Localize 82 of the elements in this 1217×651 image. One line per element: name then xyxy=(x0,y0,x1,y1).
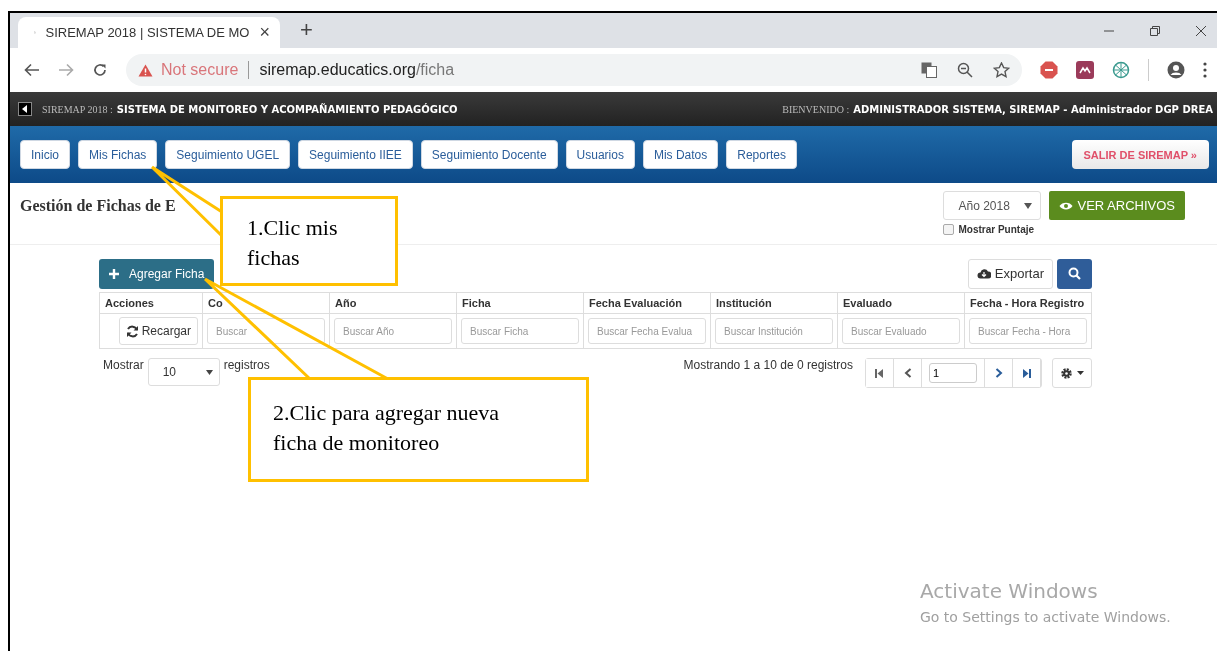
nav-button[interactable]: Seguimiento UGEL xyxy=(165,140,291,169)
activation-text: Go to Settings to activate Windows. xyxy=(920,609,1171,625)
records-label: registros xyxy=(223,358,270,372)
star-icon[interactable] xyxy=(993,62,1010,78)
address-field[interactable]: Not secure siremap.educatics.org/ficha xyxy=(126,54,1022,86)
column-header: Institución xyxy=(710,292,838,314)
nav-button[interactable]: Seguimiento IIEE xyxy=(298,140,413,169)
nav-button[interactable]: Mis Fichas xyxy=(78,140,158,169)
zoom-out-icon[interactable] xyxy=(957,62,973,78)
callout-text: 2.Clic para agregar nueva ficha de monitoreo xyxy=(273,400,499,455)
filter-field[interactable]: Buscar Fecha Evalua xyxy=(588,318,706,344)
nav-button[interactable]: Seguimiento Docente xyxy=(420,140,558,169)
menu-icon[interactable] xyxy=(1203,62,1207,78)
chevron-left-icon xyxy=(903,368,912,378)
last-page-icon xyxy=(1022,368,1031,378)
filter-field[interactable]: Buscar Fecha - Hora xyxy=(969,318,1087,344)
cloud-download-icon xyxy=(976,268,991,279)
translate-icon[interactable] xyxy=(921,62,937,78)
view-files-button[interactable]: VER ARCHIVOS xyxy=(1049,191,1185,220)
reload-button[interactable]: Recargar xyxy=(118,317,198,345)
app-name: SIREMAP 2018 : xyxy=(42,103,113,115)
page-number-field[interactable]: 1 xyxy=(929,363,977,383)
eye-icon xyxy=(1059,200,1074,211)
app-title: SISTEMA DE MONITOREO Y ACOMPAÑAMIENTO PEDAGÓGICO xyxy=(116,103,458,115)
caret-icon xyxy=(205,369,213,375)
browser-tab[interactable]: SIREMAP 2018 | SISTEMA DE MO × xyxy=(18,17,280,48)
column-header: Fecha Evaluación xyxy=(583,292,711,314)
nav-button[interactable]: Mis Datos xyxy=(642,140,719,169)
user-name: ADMINISTRADOR SISTEMA, SIREMAP - Administrador DGP DREA xyxy=(853,103,1213,115)
nav-button[interactable]: Inicio xyxy=(20,140,70,169)
stop-sign-icon[interactable] xyxy=(1040,61,1058,79)
column-header: Co xyxy=(202,292,330,314)
show-score-checkbox[interactable] xyxy=(943,224,955,235)
chevron-right-icon xyxy=(994,368,1003,378)
account-icon[interactable] xyxy=(1167,61,1185,79)
filter-field[interactable]: Buscar Evaluado xyxy=(842,318,960,344)
filter-field[interactable]: Buscar Año xyxy=(334,318,452,344)
first-page-icon xyxy=(875,368,884,378)
settings-button[interactable] xyxy=(1052,358,1092,388)
filter-field[interactable]: Buscar xyxy=(207,318,325,344)
nav-button[interactable]: Usuarios xyxy=(565,140,635,169)
records-summary: Mostrando 1 a 10 de 0 registros xyxy=(683,358,853,372)
caret-icon xyxy=(1024,202,1033,209)
greeting-label: BIENVENIDO : xyxy=(782,103,850,115)
tab-title: SIREMAP 2018 | SISTEMA DE MO xyxy=(45,25,250,40)
filter-field[interactable]: Buscar Institución xyxy=(715,318,833,344)
url-text: siremap.educatics.org/ficha xyxy=(259,61,455,79)
search-button[interactable] xyxy=(1057,258,1092,289)
page-size-select[interactable]: 10 xyxy=(147,358,220,386)
restore-icon[interactable] xyxy=(1149,24,1161,37)
warning-icon xyxy=(138,63,153,77)
column-header: Año xyxy=(329,292,457,314)
plus-icon xyxy=(109,268,119,279)
column-header: Evaluado xyxy=(837,292,965,314)
export-button[interactable]: Exportar xyxy=(967,258,1053,289)
column-header: Acciones xyxy=(99,292,203,314)
column-header: Ficha xyxy=(456,292,584,314)
gear-icon xyxy=(1060,366,1073,380)
show-score-label: Mostrar Puntaje xyxy=(958,224,1035,235)
page-heading: Gestión de Fichas de E xyxy=(20,197,176,215)
column-header: Fecha - Hora Registro xyxy=(964,292,1092,314)
web-icon[interactable] xyxy=(1112,61,1130,79)
back-icon[interactable] xyxy=(24,63,40,77)
caret-icon xyxy=(1077,371,1084,375)
nav-button[interactable]: Reportes xyxy=(726,140,797,169)
first-page-button[interactable] xyxy=(866,359,894,387)
search-icon xyxy=(1068,267,1081,280)
add-form-button[interactable]: Agregar Ficha xyxy=(99,258,215,289)
new-tab-button[interactable]: + xyxy=(300,17,313,43)
filter-field[interactable]: Buscar Ficha xyxy=(461,318,579,344)
show-label: Mostrar xyxy=(103,358,144,372)
activation-title: Activate Windows xyxy=(920,579,1099,603)
reload-icon[interactable] xyxy=(92,62,108,78)
refresh-icon xyxy=(125,324,139,338)
callout-text: 1.Clic mis fichas xyxy=(247,215,338,270)
not-secure-label: Not secure xyxy=(161,61,239,79)
extension-icon[interactable] xyxy=(1076,61,1094,79)
year-select[interactable]: Año 2018 xyxy=(943,191,1042,220)
close-tab-button[interactable]: × xyxy=(259,22,270,43)
close-icon[interactable] xyxy=(1195,24,1207,37)
caret-left-icon xyxy=(22,105,28,113)
collapse-button[interactable] xyxy=(18,102,32,116)
